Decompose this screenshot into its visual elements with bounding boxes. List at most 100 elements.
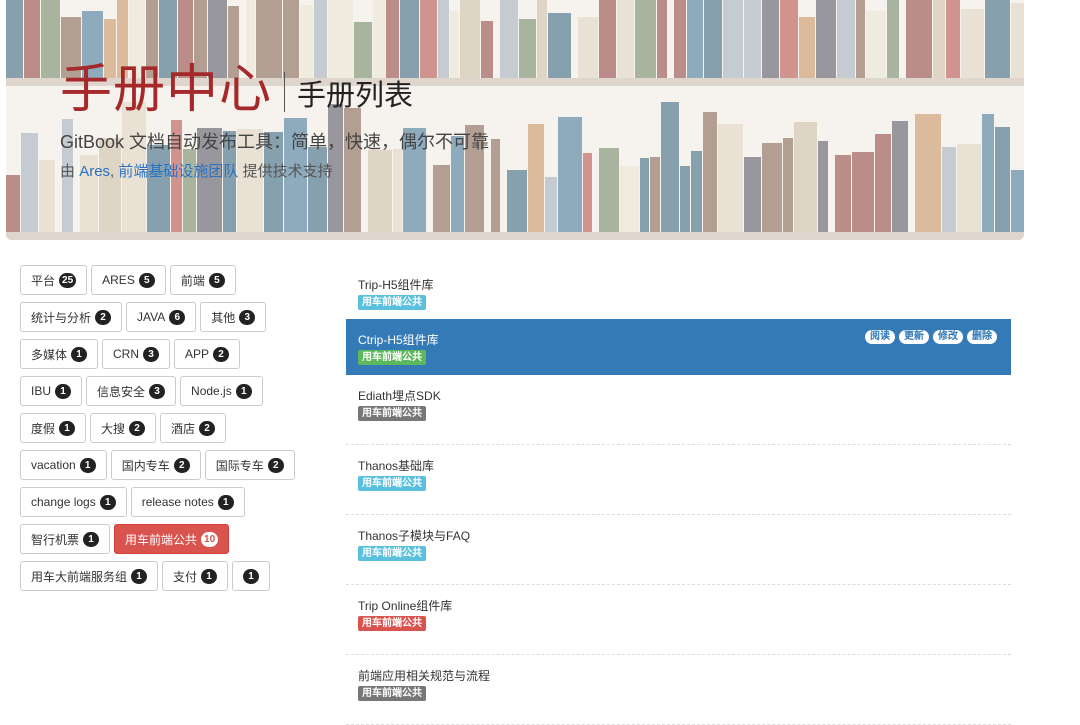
tag-button[interactable]: 用车大前端服务组 1 [20, 561, 159, 591]
tag-label: 信息安全 [97, 384, 146, 399]
tag-label: APP [185, 347, 210, 361]
tag-count-badge: 2 [95, 309, 112, 325]
tag-count-badge: 3 [239, 309, 256, 325]
tag-label: 统计与分析 [31, 310, 92, 325]
manual-name: Thanos基础库 [358, 459, 435, 473]
tag-button[interactable]: 支付 1 [162, 561, 229, 591]
tag-label: change logs [31, 495, 96, 509]
ares-link[interactable]: Ares [79, 163, 110, 180]
tag-button[interactable]: 酒店 2 [160, 413, 227, 443]
read-button[interactable]: 阅读 [865, 330, 895, 344]
tag-count-badge: 2 [173, 457, 190, 473]
tag-count-badge: 1 [55, 383, 72, 399]
tag-button[interactable]: 国际专车 2 [204, 450, 295, 480]
tag-button[interactable]: CRN 3 [102, 339, 171, 369]
tag-button[interactable]: 度假 1 [20, 413, 87, 443]
tag-button[interactable]: release notes 1 [130, 487, 245, 517]
category-label: 用车前端公共 [358, 616, 426, 631]
tag-button[interactable]: 国内专车 2 [110, 450, 201, 480]
tag-label: 多媒体 [31, 347, 68, 362]
tag-count-badge: 5 [138, 272, 155, 288]
banner-text: 手册中心 手册列表 GitBook 文档自动发布工具：简单，快速，偶尔不可靠 由… [60, 60, 489, 181]
fe-infra-team-link[interactable]: 前端基础设施团队 [118, 163, 238, 180]
tag-count-badge: 2 [213, 346, 230, 362]
tag-button[interactable]: 其他 3 [200, 302, 267, 332]
tag-button[interactable]: 大搜 2 [90, 413, 157, 443]
manual-name: Trip Online组件库 [358, 599, 453, 613]
tag-count-badge: 1 [83, 531, 100, 547]
tag-button[interactable]: JAVA 6 [126, 302, 197, 332]
tag-count-badge: 2 [129, 420, 146, 436]
manual-item[interactable]: Ediath埋点SDK 用车前端公共 [346, 375, 1011, 445]
tag-button[interactable]: 用车前端公共 10 [114, 524, 230, 554]
tag-label: 国内专车 [121, 458, 170, 473]
tag-label: Node.js [191, 384, 232, 398]
delete-button[interactable]: 删除 [967, 330, 997, 344]
manual-item[interactable]: Trip-H5组件库 用车前端公共 [346, 264, 1011, 320]
tag-count-badge: 2 [199, 420, 216, 436]
tag-count-badge: 1 [131, 568, 148, 584]
update-button[interactable]: 更新 [899, 330, 929, 344]
tag-row: 统计与分析 2 JAVA 6 其他 3 [20, 302, 320, 332]
tag-count-badge: 1 [99, 494, 116, 510]
tag-label: 大搜 [101, 421, 126, 436]
tag-button[interactable]: 智行机票 1 [20, 524, 111, 554]
tag-label: 用车大前端服务组 [31, 569, 128, 584]
tag-label: JAVA [137, 310, 166, 324]
tag-label: CRN [113, 347, 140, 361]
tag-button[interactable]: 平台 25 [20, 265, 88, 295]
tag-button[interactable]: change logs 1 [20, 487, 127, 517]
page-subtitle: 手册列表 [297, 80, 414, 112]
tag-row: 度假 1 大搜 2 酒店 2 [20, 413, 320, 443]
tag-button[interactable]: 信息安全 3 [86, 376, 177, 406]
manual-item[interactable]: Trip Online组件库 用车前端公共 [346, 585, 1011, 655]
tag-button[interactable]: Node.js 1 [180, 376, 263, 406]
tag-count-badge: 2 [267, 457, 284, 473]
manual-name: Trip-H5组件库 [358, 278, 434, 292]
category-label: 用车前端公共 [358, 295, 426, 310]
tag-count-badge: 10 [201, 531, 219, 547]
tag-count-badge: 1 [243, 568, 260, 584]
tag-label: vacation [31, 458, 76, 472]
tag-row: 用车大前端服务组 1 支付 1 1 [20, 561, 320, 591]
tag-label: 酒店 [171, 421, 196, 436]
tag-button[interactable]: IBU 1 [20, 376, 83, 406]
tag-row: 平台 25 ARES 5 前端 5 [20, 265, 320, 295]
tag-label: 度假 [31, 421, 56, 436]
tag-count-badge: 1 [235, 383, 252, 399]
category-label: 用车前端公共 [358, 350, 426, 365]
tag-button[interactable]: APP 2 [174, 339, 241, 369]
manual-item[interactable]: 前端应用相关规范与流程 用车前端公共 [346, 655, 1011, 725]
tag-count-badge: 3 [143, 346, 160, 362]
tag-button[interactable]: 统计与分析 2 [20, 302, 123, 332]
title-divider [284, 72, 286, 112]
manual-item[interactable]: Ctrip-H5组件库 用车前端公共 阅读 更新 修改 删除 [346, 319, 1011, 375]
category-label: 用车前端公共 [358, 406, 426, 421]
credit-line: 由 Ares, 前端基础设施团队 提供技术支持 [60, 163, 333, 180]
tag-row: change logs 1 release notes 1 [20, 487, 320, 517]
tag-row: 智行机票 1 用车前端公共 10 [20, 524, 320, 554]
tag-label: release notes [141, 495, 214, 509]
tag-label: 支付 [173, 569, 198, 584]
tag-label: ARES [102, 273, 135, 287]
tag-button[interactable]: 多媒体 1 [20, 339, 99, 369]
tag-count-badge: 1 [59, 420, 76, 436]
tag-button[interactable]: 前端 5 [169, 265, 236, 295]
edit-button[interactable]: 修改 [933, 330, 963, 344]
tag-label: IBU [31, 384, 52, 398]
tag-count-badge: 25 [59, 272, 77, 288]
category-label: 用车前端公共 [358, 546, 426, 561]
tag-label: 用车前端公共 [125, 532, 198, 547]
tag-button[interactable]: vacation 1 [20, 450, 107, 480]
manual-item[interactable]: Thanos子模块与FAQ 用车前端公共 [346, 515, 1011, 585]
tag-count-badge: 3 [149, 383, 166, 399]
tag-count-badge: 1 [79, 457, 96, 473]
tag-count-badge: 1 [201, 568, 218, 584]
manual-item[interactable]: Thanos基础库 用车前端公共 [346, 445, 1011, 515]
tag-button[interactable]: ARES 5 [91, 265, 166, 295]
tag-label: 其他 [211, 310, 236, 325]
tag-button[interactable]: 1 [232, 561, 271, 591]
tag-label: 智行机票 [31, 532, 80, 547]
category-label: 用车前端公共 [358, 476, 426, 491]
tag-count-badge: 1 [217, 494, 234, 510]
